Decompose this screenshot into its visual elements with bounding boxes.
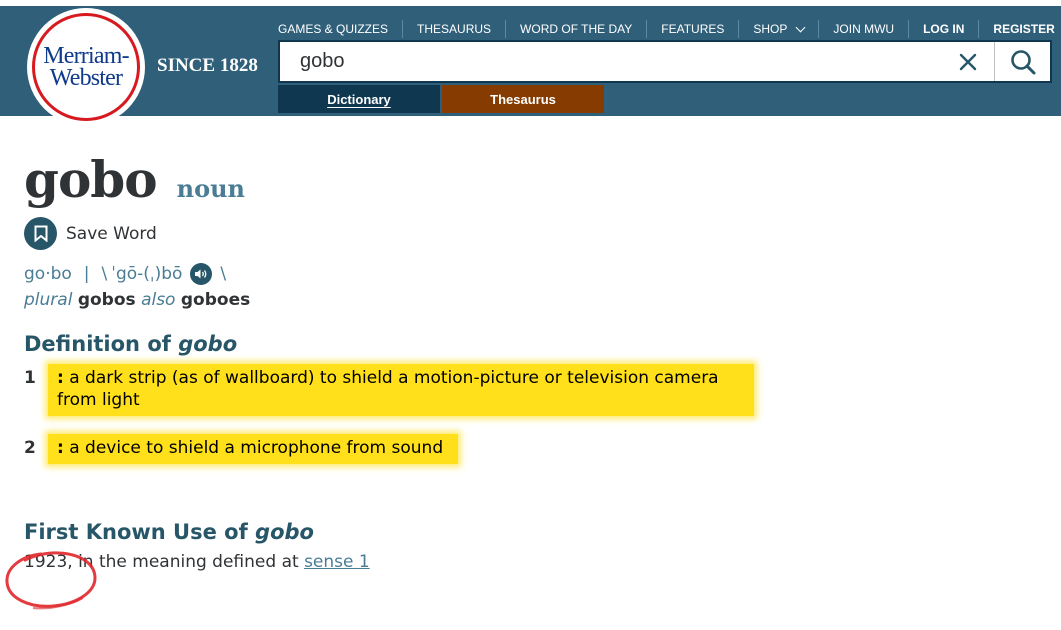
first-known-use-heading: First Known Use of gobo — [24, 520, 1024, 544]
plural-form-1: gobos — [77, 290, 136, 310]
sense-definition: a dark strip (as of wallboard) to shield… — [57, 368, 719, 410]
site-header: SINCE 1828 GAMES & QUIZZES THESAURUS WOR… — [0, 6, 1061, 116]
sense-colon: : — [57, 368, 64, 388]
sense-text-highlighted: : a device to shield a microphone from s… — [48, 434, 458, 464]
pronunciation: ˈgō-(ˌ)bō — [111, 264, 183, 284]
headword-row: gobo noun — [24, 150, 1024, 209]
logo-line-1: Merriam- — [43, 43, 129, 69]
nav-shop-label: SHOP — [753, 22, 788, 36]
search-box — [278, 40, 1052, 83]
sense-1-link[interactable]: sense 1 — [304, 552, 370, 572]
merriam-webster-logo[interactable]: Merriam- Webster — [27, 8, 145, 126]
nav-word-of-the-day[interactable]: WORD OF THE DAY — [506, 20, 648, 38]
bookmark-icon — [24, 217, 57, 250]
definition-heading-text: Definition of — [24, 332, 171, 356]
search-tabs: Dictionary Thesaurus — [278, 85, 604, 113]
since-1828: SINCE 1828 — [157, 55, 258, 76]
nav-register[interactable]: REGISTER — [979, 20, 1061, 38]
nav-thesaurus[interactable]: THESAURUS — [403, 20, 507, 38]
nav-log-in[interactable]: LOG IN — [909, 20, 980, 38]
pron-open: \ — [101, 264, 108, 284]
search-button[interactable] — [994, 42, 1050, 81]
clear-search-button[interactable] — [942, 42, 994, 81]
sense-definition: a device to shield a microphone from sou… — [63, 438, 444, 458]
nav-shop[interactable]: SHOP — [739, 20, 820, 38]
plural-label: plural — [24, 290, 73, 310]
tab-thesaurus-label: Thesaurus — [490, 91, 556, 107]
close-icon — [959, 53, 977, 70]
pron-close: \ — [220, 264, 227, 284]
definition-heading-word: gobo — [178, 332, 238, 356]
sense-text-highlighted: : a dark strip (as of wallboard) to shie… — [48, 364, 754, 416]
save-word-button[interactable]: Save Word — [24, 217, 157, 250]
play-pronunciation-button[interactable] — [190, 263, 213, 285]
sense-1: 1 : a dark strip (as of wallboard) to sh… — [24, 364, 1024, 416]
plural-form-2: goboes — [180, 290, 251, 310]
definition-heading: Definition of gobo — [24, 332, 1024, 356]
first-known-use-text: 1923, in the meaning defined at sense 1 — [24, 552, 1024, 572]
first-known-use-heading-text: First Known Use of — [24, 520, 248, 544]
tab-dictionary[interactable]: Dictionary — [278, 85, 440, 113]
sense-colon: : — [57, 438, 64, 458]
speaker-icon — [195, 269, 207, 279]
chevron-down-icon — [795, 22, 806, 32]
pronunciation-row: go·bo | \ ˈgō-(ˌ)bō \ — [24, 263, 1024, 285]
tab-dictionary-label: Dictionary — [327, 91, 391, 107]
sense-2: 2 : a device to shield a microphone from… — [24, 434, 1024, 464]
sense-number: 1 — [24, 368, 36, 388]
also-label: also — [141, 290, 176, 310]
logo-line-2: Webster — [49, 65, 123, 91]
tab-thesaurus[interactable]: Thesaurus — [442, 85, 604, 113]
plural-forms: plural gobos also goboes — [24, 290, 1024, 310]
nav-games-quizzes[interactable]: GAMES & QUIZZES — [270, 20, 404, 38]
sense-number: 2 — [24, 438, 36, 458]
part-of-speech[interactable]: noun — [177, 174, 245, 203]
nav-features[interactable]: FEATURES — [647, 20, 740, 38]
separator: | — [83, 264, 90, 284]
search-icon — [1010, 49, 1035, 74]
first-known-use-heading-word: gobo — [255, 520, 314, 544]
entry-content: gobo noun Save Word go·bo | \ ˈgō-(ˌ)bō … — [24, 150, 1024, 572]
search-input[interactable] — [280, 42, 942, 81]
nav-join-mwu[interactable]: JOIN MWU — [819, 20, 910, 38]
first-known-use-date: 1923, in the meaning defined at — [24, 552, 305, 572]
top-nav: GAMES & QUIZZES THESAURUS WORD OF THE DA… — [270, 18, 1061, 40]
save-word-label: Save Word — [66, 223, 157, 244]
logo-ring: Merriam- Webster — [32, 13, 140, 121]
headword: gobo — [24, 150, 158, 209]
syllables: go·bo — [24, 264, 72, 284]
